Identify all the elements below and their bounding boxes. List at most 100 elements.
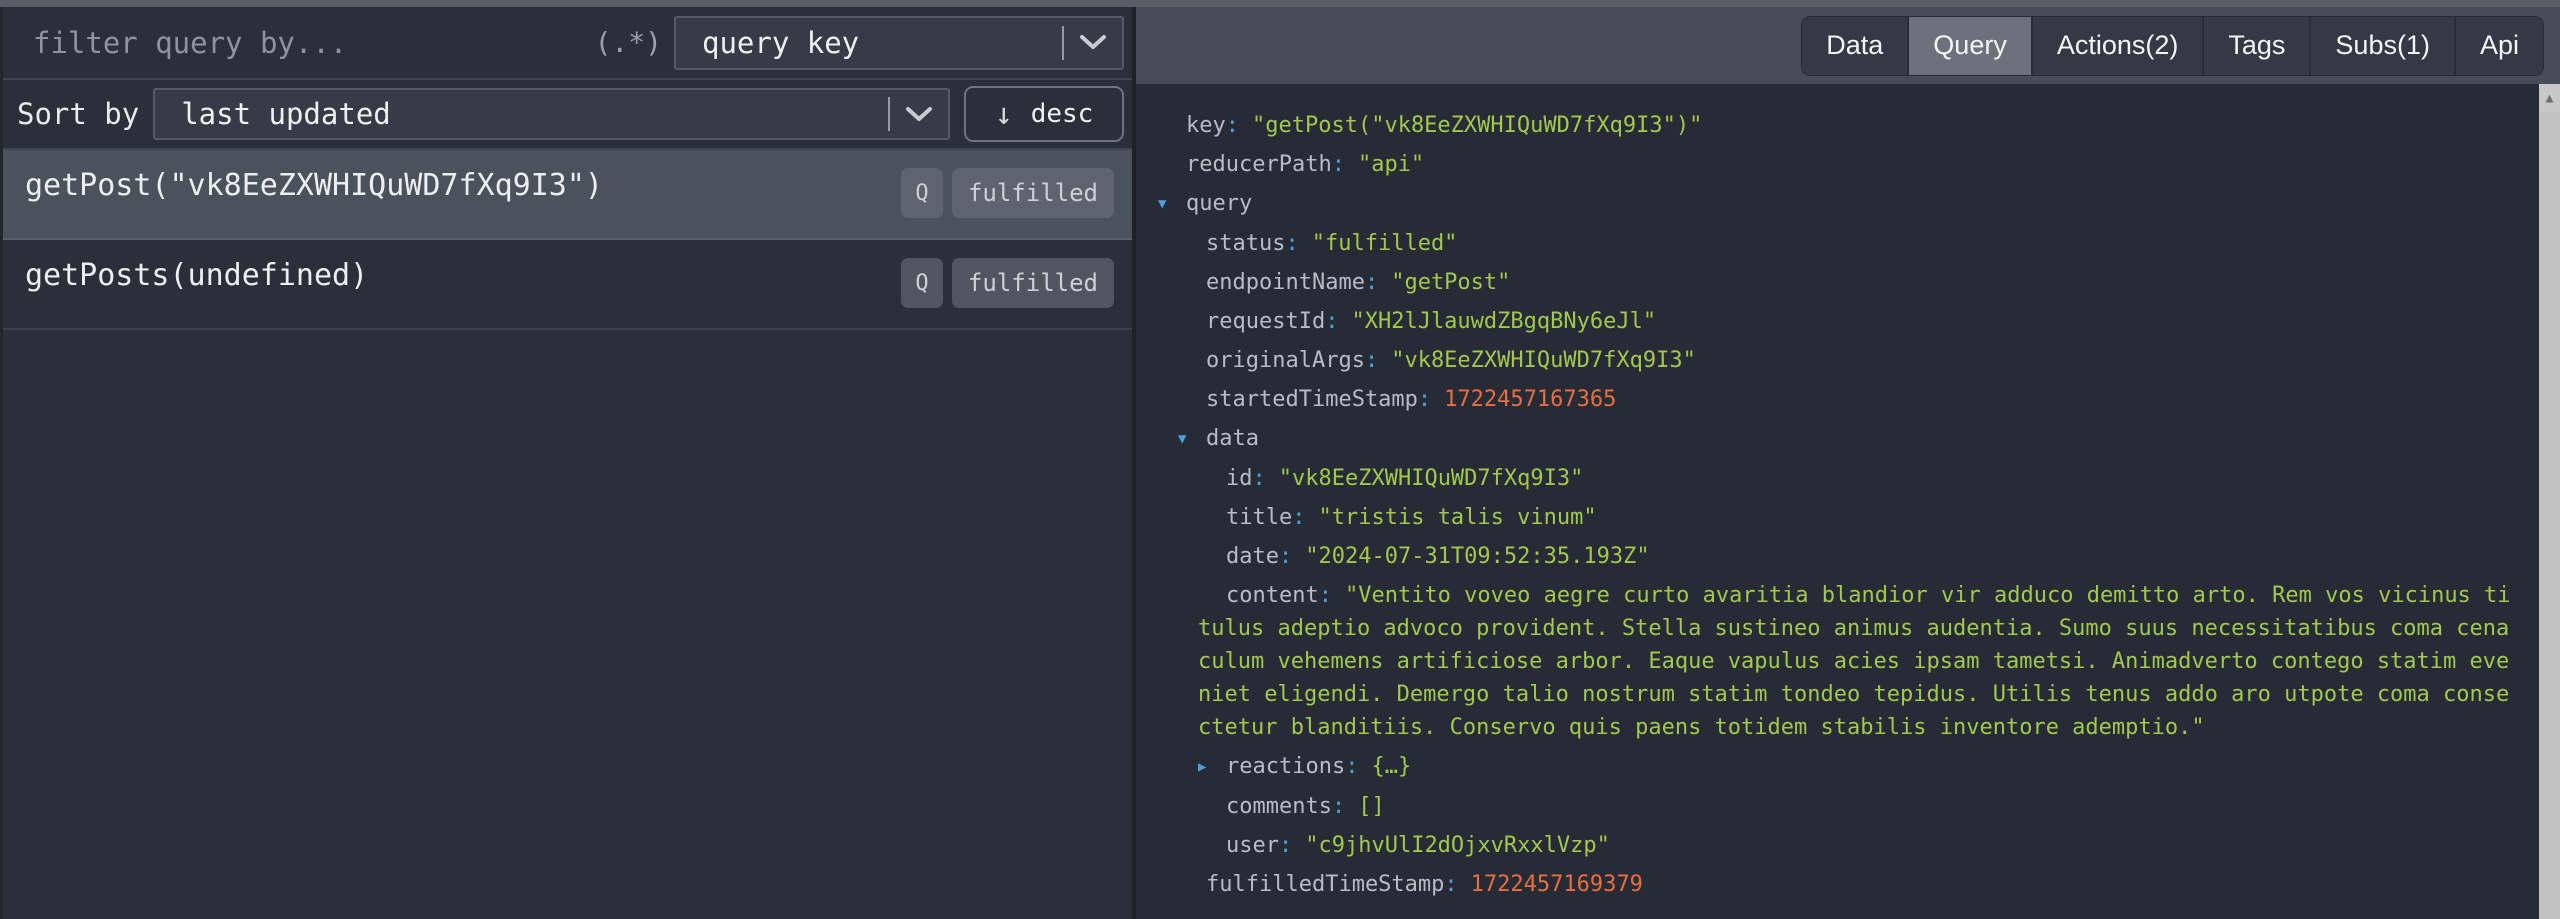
query-key-select-value: query key [676, 26, 1062, 60]
json-value: "fulfilled" [1312, 231, 1458, 256]
json-value: "XH2lJlauwdZBgqBNy6eJl" [1351, 309, 1656, 334]
json-tree-row: requestId: "XH2lJlauwdZBgqBNy6eJl" [1158, 302, 2518, 341]
colon: : [1325, 309, 1338, 334]
query-list-item[interactable]: getPosts(undefined) Q fulfilled [3, 240, 1132, 330]
sort-field-select[interactable]: last updated [153, 88, 950, 140]
query-type-badge: Q [901, 258, 943, 308]
json-tree: key: "getPost("vk8EeZXWHIQuWD7fXq9I3")" r… [1136, 84, 2538, 919]
query-key-select[interactable]: query key [674, 16, 1124, 70]
colon: : [1365, 348, 1378, 373]
json-key: requestId [1206, 309, 1325, 334]
status-badge: fulfilled [952, 168, 1114, 218]
json-value: "vk8EeZXWHIQuWD7fXq9I3" [1391, 348, 1696, 373]
tab-api[interactable]: Api [2456, 17, 2543, 75]
sort-field-select-value: last updated [155, 97, 888, 131]
chevron-down-icon [1064, 34, 1122, 51]
colon: : [1418, 387, 1431, 412]
json-value: "getPost("vk8EeZXWHIQuWD7fXq9I3")" [1252, 113, 1702, 138]
tab-data[interactable]: Data [1802, 17, 1909, 75]
colon: : [1319, 583, 1332, 608]
query-key-label: getPost("vk8EeZXWHIQuWD7fXq9I3") [25, 166, 901, 206]
colon: : [1253, 466, 1266, 491]
json-key: endpointName [1206, 270, 1365, 295]
query-key-label: getPosts(undefined) [25, 256, 901, 296]
json-tree-row: startedTimeStamp:1722457167365 [1158, 380, 2518, 419]
json-value: 1722457167365 [1444, 387, 1616, 412]
json-key: startedTimeStamp [1206, 387, 1418, 412]
json-key: status [1206, 231, 1285, 256]
scroll-up-arrow-icon[interactable]: ▲ [2539, 84, 2560, 112]
json-key: originalArgs [1206, 348, 1365, 373]
main-layout: (.*) query key Sort by last updated [0, 7, 2560, 919]
colon: : [1345, 754, 1358, 779]
query-list: getPost("vk8EeZXWHIQuWD7fXq9I3") Q fulfi… [3, 150, 1132, 919]
tab-tags[interactable]: Tags [2204, 17, 2311, 75]
query-list-item[interactable]: getPost("vk8EeZXWHIQuWD7fXq9I3") Q fulfi… [3, 150, 1132, 240]
colon: : [1365, 270, 1378, 295]
json-key[interactable]: data [1206, 426, 1259, 451]
json-value: "2024-07-31T09:52:35.193Z" [1305, 544, 1649, 569]
inspector-tab-bar: Data Query Actions(2) Tags Subs(1) Api [1136, 7, 2560, 84]
colon: : [1332, 152, 1345, 177]
colon: : [1279, 544, 1292, 569]
json-key: key [1186, 113, 1226, 138]
colon: : [1285, 231, 1298, 256]
regex-toggle-button[interactable]: (.*) [595, 26, 662, 59]
rtk-query-devtools-window: (.*) query key Sort by last updated [0, 0, 2560, 919]
json-value: {…} [1371, 754, 1411, 779]
json-value: "vk8EeZXWHIQuWD7fXq9I3" [1279, 466, 1584, 491]
arrow-down-icon: ↓ [995, 97, 1013, 132]
colon: : [1332, 794, 1345, 819]
json-key[interactable]: reactions [1226, 754, 1345, 779]
json-value: "api" [1358, 152, 1424, 177]
json-value: [] [1358, 794, 1385, 819]
json-tree-row: comments:[] [1158, 787, 2518, 826]
sort-direction-label: desc [1031, 99, 1094, 129]
json-key: reducerPath [1186, 152, 1332, 177]
tab-group: Data Query Actions(2) Tags Subs(1) Api [1801, 16, 2544, 76]
json-key: title [1226, 505, 1292, 530]
json-key: fulfilledTimeStamp [1206, 872, 1444, 897]
json-value: "getPost" [1391, 270, 1510, 295]
sort-by-label: Sort by [17, 97, 139, 131]
json-tree-row: content:"Ventito voveo aegre curto avari… [1158, 576, 2518, 747]
expand-arrow-icon[interactable]: ▼ [1178, 420, 1206, 459]
json-tree-row: originalArgs: "vk8EeZXWHIQuWD7fXq9I3" [1158, 341, 2518, 380]
expand-arrow-icon[interactable]: ▼ [1158, 185, 1186, 224]
tab-query[interactable]: Query [1909, 17, 2033, 75]
json-tree-row: key: "getPost("vk8EeZXWHIQuWD7fXq9I3")" [1158, 106, 2518, 145]
json-tree-row: status: "fulfilled" [1158, 224, 2518, 263]
query-type-badge: Q [901, 168, 943, 218]
json-tree-row: ▼data [1158, 419, 2518, 459]
tab-actions[interactable]: Actions(2) [2033, 17, 2205, 75]
json-tree-row: date: "2024-07-31T09:52:35.193Z" [1158, 537, 2518, 576]
sort-direction-button[interactable]: ↓ desc [964, 86, 1124, 142]
json-tree-row: user: "c9jhvUlI2dOjxvRxxlVzp" [1158, 826, 2518, 865]
chevron-down-icon [890, 106, 948, 123]
json-key: id [1226, 466, 1253, 491]
json-key[interactable]: query [1186, 191, 1252, 216]
json-tree-row: id: "vk8EeZXWHIQuWD7fXq9I3" [1158, 459, 2518, 498]
badge-group: Q fulfilled [901, 168, 1114, 218]
json-tree-row: reducerPath: "api" [1158, 145, 2518, 184]
scrollbar-thumb[interactable] [2540, 112, 2560, 919]
status-badge: fulfilled [952, 258, 1114, 308]
colon: : [1444, 872, 1457, 897]
json-tree-row: fulfilledTimeStamp:1722457169379 [1158, 865, 2518, 904]
json-key: content [1226, 583, 1319, 608]
json-value: "Ventito voveo aegre curto avaritia blan… [1198, 583, 2511, 740]
json-key: date [1226, 544, 1279, 569]
collapse-arrow-icon[interactable]: ▶ [1198, 748, 1226, 787]
json-value: "c9jhvUlI2dOjxvRxxlVzp" [1305, 833, 1610, 858]
scrollbar[interactable]: ▲ [2538, 84, 2560, 919]
json-tree-row: endpointName: "getPost" [1158, 263, 2518, 302]
colon: : [1279, 833, 1292, 858]
json-value: 1722457169379 [1471, 872, 1643, 897]
colon: : [1226, 113, 1239, 138]
filter-query-input[interactable] [3, 7, 589, 78]
json-value: "tristis talis vinum" [1318, 505, 1596, 530]
inspector-panel: Data Query Actions(2) Tags Subs(1) Api k… [1136, 7, 2560, 919]
tab-subs[interactable]: Subs(1) [2311, 17, 2456, 75]
json-key: user [1226, 833, 1279, 858]
query-list-panel: (.*) query key Sort by last updated [0, 7, 1132, 919]
